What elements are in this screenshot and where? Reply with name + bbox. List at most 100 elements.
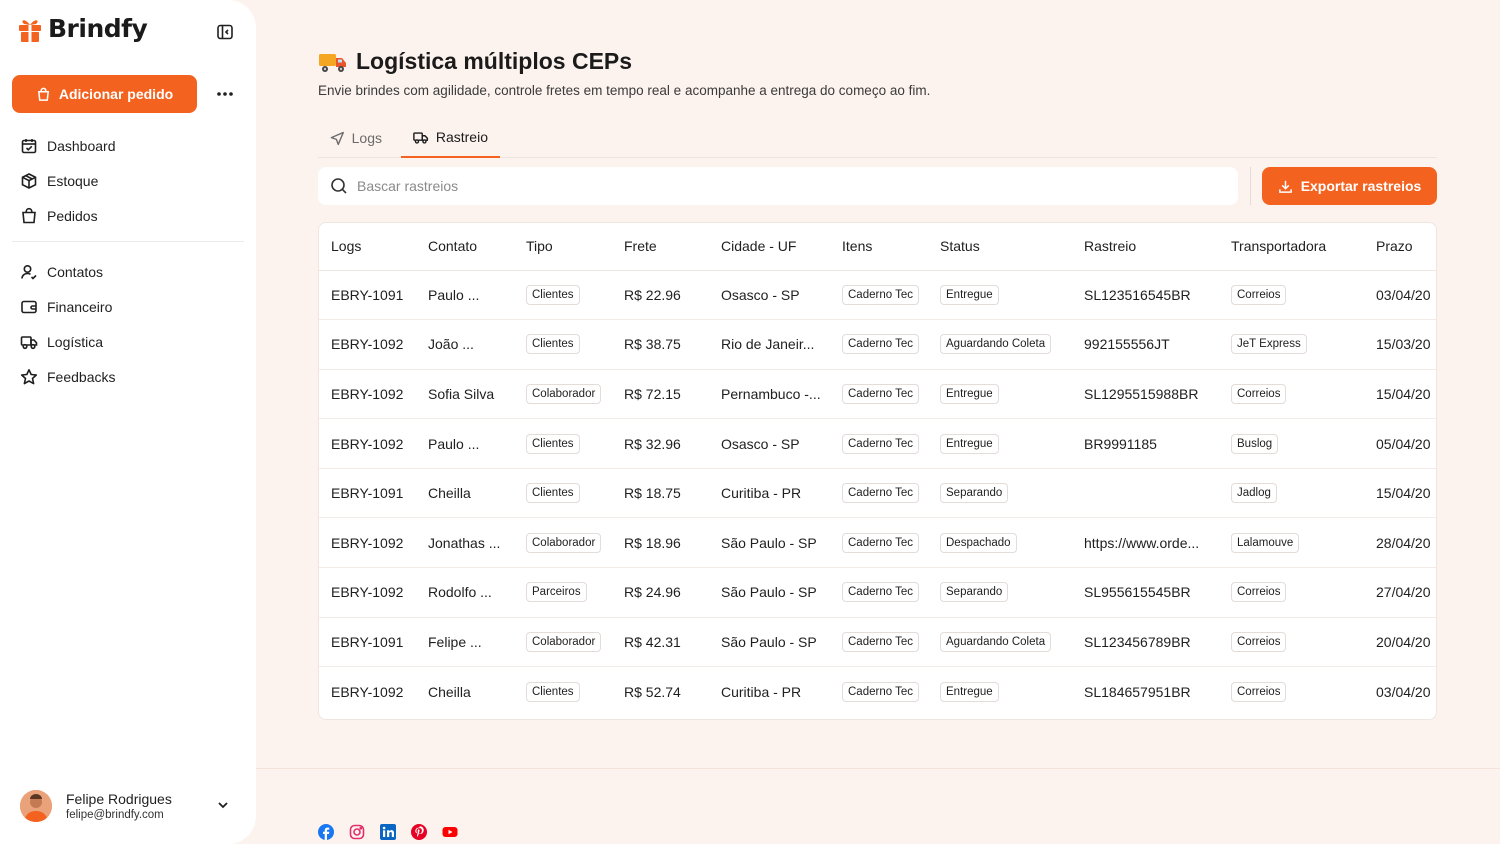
nav-item-feedbacks[interactable]: Feedbacks (12, 359, 244, 394)
items-badge: Caderno Tec (842, 582, 919, 603)
tab-label: Logs (351, 130, 382, 146)
table-header-row: Logs Contato Tipo Frete Cidade - UF Iten… (319, 223, 1436, 271)
tabs: Logs Rastreio (318, 118, 1437, 158)
gift-logo-icon (18, 15, 42, 43)
facebook-icon[interactable] (318, 824, 334, 840)
nav-item-financeiro[interactable]: Financeiro (12, 289, 244, 324)
nav-primary: Dashboard Estoque Pedidos (12, 128, 244, 233)
instagram-icon[interactable] (349, 824, 365, 840)
column-header[interactable]: Contato (416, 223, 514, 271)
cell-frete: R$ 18.96 (612, 517, 709, 569)
cell-contato: Cheilla (428, 683, 471, 700)
wallet-icon (21, 300, 37, 313)
search-bar[interactable] (318, 167, 1238, 205)
truck-icon (20, 335, 38, 349)
more-options-button[interactable] (212, 84, 238, 104)
chevron-down-icon[interactable] (216, 798, 230, 817)
collapse-sidebar-button[interactable] (215, 22, 235, 42)
add-order-label: Adicionar pedido (58, 86, 174, 102)
nav-item-contatos[interactable]: Contatos (12, 254, 244, 289)
table-row[interactable]: EBRY-1092 Cheilla Clientes R$ 52.74 Curi… (319, 667, 1436, 717)
column-header[interactable]: Logs (319, 223, 416, 271)
nav-item-dashboard[interactable]: Dashboard (12, 128, 244, 163)
column-header[interactable]: Cidade - UF (709, 223, 830, 271)
column-header[interactable]: Tipo (514, 223, 612, 271)
more-horizontal-icon (217, 92, 233, 96)
status-badge: Despachado (940, 532, 1017, 553)
page-title-text: Logística múltiplos CEPs (356, 48, 633, 74)
column-header[interactable]: Prazo (1364, 223, 1436, 271)
carrier-badge: JeT Express (1231, 334, 1307, 355)
page-title: Logística múltiplos CEPs (318, 48, 632, 75)
cell-log: EBRY-1091 (319, 617, 416, 668)
cell-rastreio: SL955615545BR (1072, 567, 1219, 618)
cell-contato: Paulo ... (416, 418, 514, 469)
column-header[interactable]: Rastreio (1072, 223, 1219, 271)
linkedin-icon[interactable] (380, 824, 396, 840)
cell-cidade: Pernambuco -... (709, 369, 830, 420)
tab-logs[interactable]: Logs (318, 118, 394, 158)
table-row[interactable]: EBRY-1091 Paulo ... Clientes R$ 22.96 Os… (319, 270, 1436, 321)
user-email: felipe@brindfy.com (66, 809, 164, 821)
add-order-button[interactable]: Adicionar pedido (12, 75, 197, 113)
shopping-bag-icon (37, 87, 49, 101)
cell-cidade: São Paulo - SP (709, 517, 830, 569)
brand-name: Brindfy (48, 14, 148, 43)
table-row[interactable]: EBRY-1091 Cheilla Clientes R$ 18.75 Curi… (319, 468, 1436, 519)
shopping-bag-icon (22, 207, 36, 223)
items-badge: Caderno Tec (842, 532, 919, 553)
column-header[interactable]: Itens (830, 223, 928, 271)
cell-log: EBRY-1092 (319, 567, 416, 618)
cell-log: EBRY-1092 (331, 683, 404, 700)
cell-log: EBRY-1092 (319, 517, 416, 569)
table-row[interactable]: EBRY-1092 Jonathas ... Colaborador R$ 18… (319, 517, 1436, 569)
column-header[interactable]: Status (928, 223, 1072, 271)
table-row[interactable]: EBRY-1092 Rodolfo ... Parceiros R$ 24.96… (319, 567, 1436, 618)
cell-contato: João ... (416, 319, 514, 370)
main-content: Logística múltiplos CEPs Envie brindes c… (256, 0, 1500, 844)
table-row[interactable]: EBRY-1092 João ... Clientes R$ 38.75 Rio… (319, 319, 1436, 370)
status-badge: Entregue (940, 383, 999, 404)
items-badge: Caderno Tec (842, 383, 919, 404)
page-subtitle: Envie brindes com agilidade, controle fr… (318, 83, 931, 98)
column-header[interactable]: Frete (612, 223, 709, 271)
cell-prazo: 15/04/20 (1364, 369, 1436, 420)
cell-contato: Jonathas ... (416, 517, 514, 569)
table-row[interactable]: EBRY-1092 Sofia Silva Colaborador R$ 72.… (319, 369, 1436, 420)
youtube-icon[interactable] (442, 824, 458, 840)
carrier-badge: Correios (1231, 681, 1287, 702)
tab-rastreio[interactable]: Rastreio (401, 118, 500, 158)
status-badge: Separando (940, 582, 1009, 603)
nav-item-pedidos[interactable]: Pedidos (12, 198, 244, 233)
search-input[interactable] (357, 178, 1217, 194)
status-badge: Entregue (940, 681, 999, 702)
nav-item-estoque[interactable]: Estoque (12, 163, 244, 198)
cell-rastreio[interactable]: https://www.orde... (1072, 517, 1219, 569)
table-row[interactable]: EBRY-1091 Felipe ... Colaborador R$ 42.3… (319, 617, 1436, 668)
cell-prazo: 15/03/20 (1364, 319, 1436, 370)
nav-item-logistica[interactable]: Logística (12, 324, 244, 359)
export-tracking-button[interactable]: Exportar rastreios (1262, 167, 1437, 205)
search-icon (331, 178, 347, 194)
cell-frete: R$ 24.96 (612, 567, 709, 618)
column-header[interactable]: Transportadora (1219, 223, 1364, 271)
table-row[interactable]: EBRY-1092 Paulo ... Clientes R$ 32.96 Os… (319, 418, 1436, 469)
items-badge: Caderno Tec (842, 631, 919, 652)
nav-label: Contatos (47, 263, 104, 280)
carrier-badge: Correios (1231, 582, 1287, 603)
cell-log: EBRY-1091 (319, 468, 416, 519)
pinterest-icon[interactable] (411, 824, 427, 840)
cell-cidade: Curitiba - PR (721, 683, 802, 700)
cell-rastreio: SL1295515988BR (1072, 369, 1219, 420)
truck-icon (413, 131, 429, 144)
nav-label: Pedidos (47, 207, 98, 224)
cell-rastreio: SL123456789BR (1072, 617, 1219, 668)
items-badge: Caderno Tec (842, 483, 919, 504)
nav-label: Estoque (47, 172, 99, 189)
type-badge: Clientes (526, 334, 580, 355)
brand[interactable]: Brindfy (18, 14, 148, 43)
user-profile[interactable]: Felipe Rodrigues felipe@brindfy.com (20, 786, 240, 826)
cell-frete: R$ 42.31 (612, 617, 709, 668)
type-badge: Clientes (526, 284, 580, 305)
download-icon (1278, 180, 1292, 193)
